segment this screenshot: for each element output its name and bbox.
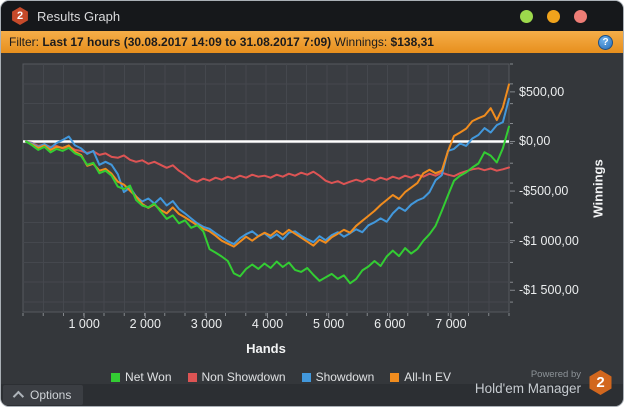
x-axis-title: Hands (246, 341, 286, 356)
x-tick-label: 6 000 (374, 317, 406, 331)
chart-area: $500,00 $0,00 -$500,00 -$1 000,00 -$1 500,00… (1, 53, 623, 384)
filter-label: Filter: (9, 35, 43, 49)
y-tick-label: $0,00 (519, 134, 551, 149)
window-control-minimize-icon[interactable] (520, 9, 533, 23)
legend-item-all-in-ev[interactable]: All-In EV (390, 370, 451, 384)
legend-label: Non Showdown (201, 370, 286, 384)
legend-swatch-icon (390, 372, 400, 382)
window-title: Results Graph (37, 8, 121, 24)
legend-swatch-icon (187, 372, 197, 382)
legend-item-non-showdown[interactable]: Non Showdown (187, 370, 286, 384)
chevron-up-icon (12, 390, 25, 403)
legend-swatch-icon (111, 372, 121, 382)
filter-bar[interactable]: Filter: Last 17 hours (30.08.2017 14:09 … (1, 31, 623, 53)
window-control-maximize-icon[interactable] (547, 9, 560, 23)
x-tick-label: 7 000 (435, 317, 467, 331)
legend-item-net-won[interactable]: Net Won (111, 370, 172, 384)
app-logo-icon: 2 (12, 7, 28, 25)
y-tick-label: -$1 500,00 (519, 283, 579, 298)
options-button-label: Options (30, 388, 72, 402)
x-tick-label: 2 000 (129, 317, 161, 331)
y-axis-title: Winnings (590, 158, 606, 218)
x-tick-label: 5 000 (313, 317, 345, 331)
winnings-label: Winnings: (331, 35, 391, 49)
x-tick-label: 4 000 (251, 317, 284, 331)
brand-name: Hold'em Manager (474, 381, 581, 396)
results-line-chart (22, 63, 515, 318)
winnings-value: $138,31 (390, 35, 434, 49)
brand-logo-icon: 2 (589, 370, 612, 395)
legend-label: All-In EV (404, 370, 451, 384)
y-tick-label: -$1 000,00 (519, 233, 579, 248)
window-controls (520, 9, 587, 23)
legend-item-showdown[interactable]: Showdown (301, 370, 375, 384)
chart-legend: Net Won Non Showdown Showdown All-In EV (41, 370, 521, 384)
powered-by-branding: Powered by Hold'em Manager 2 (475, 369, 613, 396)
x-tick-label: 1 000 (68, 317, 100, 331)
legend-label: Net Won (125, 370, 172, 384)
legend-swatch-icon (301, 372, 311, 382)
powered-by-text: Powered by (530, 369, 581, 380)
title-bar: 2 Results Graph (1, 1, 623, 31)
options-button[interactable]: Options (3, 385, 84, 405)
x-tick-label: 3 000 (190, 317, 223, 331)
window-control-close-icon[interactable] (574, 9, 587, 23)
y-tick-label: -$500,00 (519, 184, 569, 199)
y-tick-label: $500,00 (519, 84, 565, 99)
info-icon[interactable]: ? (598, 34, 613, 50)
filter-range-text: Last 17 hours (30.08.2017 14:09 to 31.08… (42, 35, 332, 49)
results-graph-window: 2 Results Graph Filter: Last 17 hours (3… (0, 0, 624, 407)
legend-label: Showdown (315, 370, 375, 384)
